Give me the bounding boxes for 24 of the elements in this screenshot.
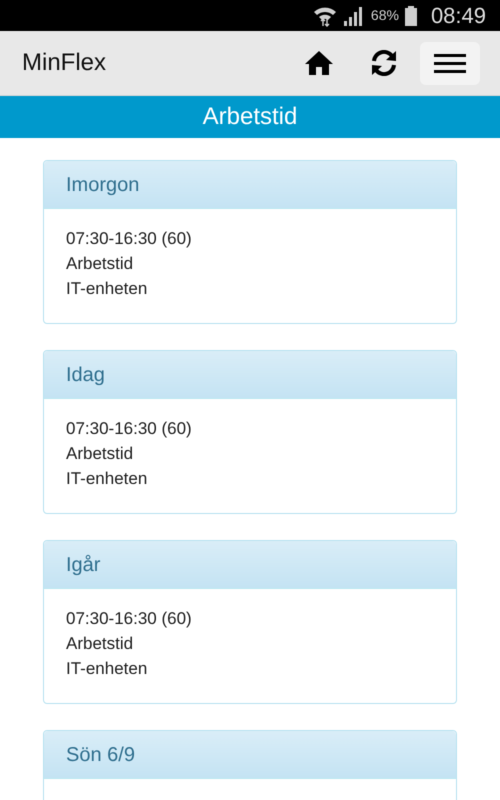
entry-line: Arbetstid: [66, 443, 134, 465]
home-icon[interactable]: [304, 50, 334, 76]
menu-icon: [434, 53, 466, 73]
page-title: Arbetstid: [202, 102, 298, 132]
entry-line: IT-enheten: [66, 658, 148, 680]
entry-line: 07:30-16:30 (60): [66, 608, 193, 630]
entry-line: 07:30-16:30 (60): [66, 418, 193, 440]
entry-line: 07:30-16:30 (60): [66, 228, 193, 250]
wifi-icon: [312, 4, 337, 26]
signal-icon: [342, 6, 365, 26]
day-title: Idag: [66, 362, 105, 388]
entry-line: IT-enheten: [66, 468, 148, 490]
day-title: Imorgon: [66, 172, 140, 198]
app-title: MinFlex: [22, 48, 106, 78]
battery-percentage: 68%: [370, 6, 399, 25]
entry-line: Arbetstid: [66, 633, 134, 655]
refresh-icon[interactable]: [370, 50, 398, 76]
entry-line: IT-enheten: [66, 278, 148, 300]
entry-line: Arbetstid: [66, 253, 134, 275]
day-title: Sön 6/9: [66, 742, 135, 768]
clock: 08:49: [430, 2, 486, 30]
battery-icon: [404, 6, 417, 26]
day-title: Igår: [66, 552, 100, 578]
menu-button[interactable]: [420, 42, 480, 84]
